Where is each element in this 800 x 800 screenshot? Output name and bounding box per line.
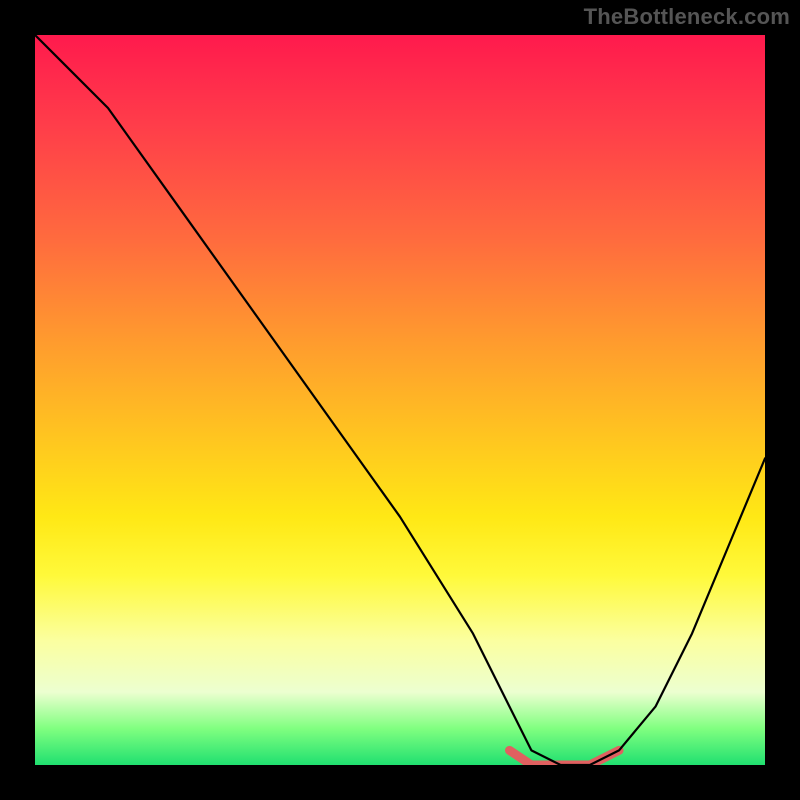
- chart-frame: TheBottleneck.com: [0, 0, 800, 800]
- watermark-text: TheBottleneck.com: [584, 4, 790, 30]
- bottleneck-curve: [35, 35, 765, 765]
- curve-svg: [35, 35, 765, 765]
- plot-area: [35, 35, 765, 765]
